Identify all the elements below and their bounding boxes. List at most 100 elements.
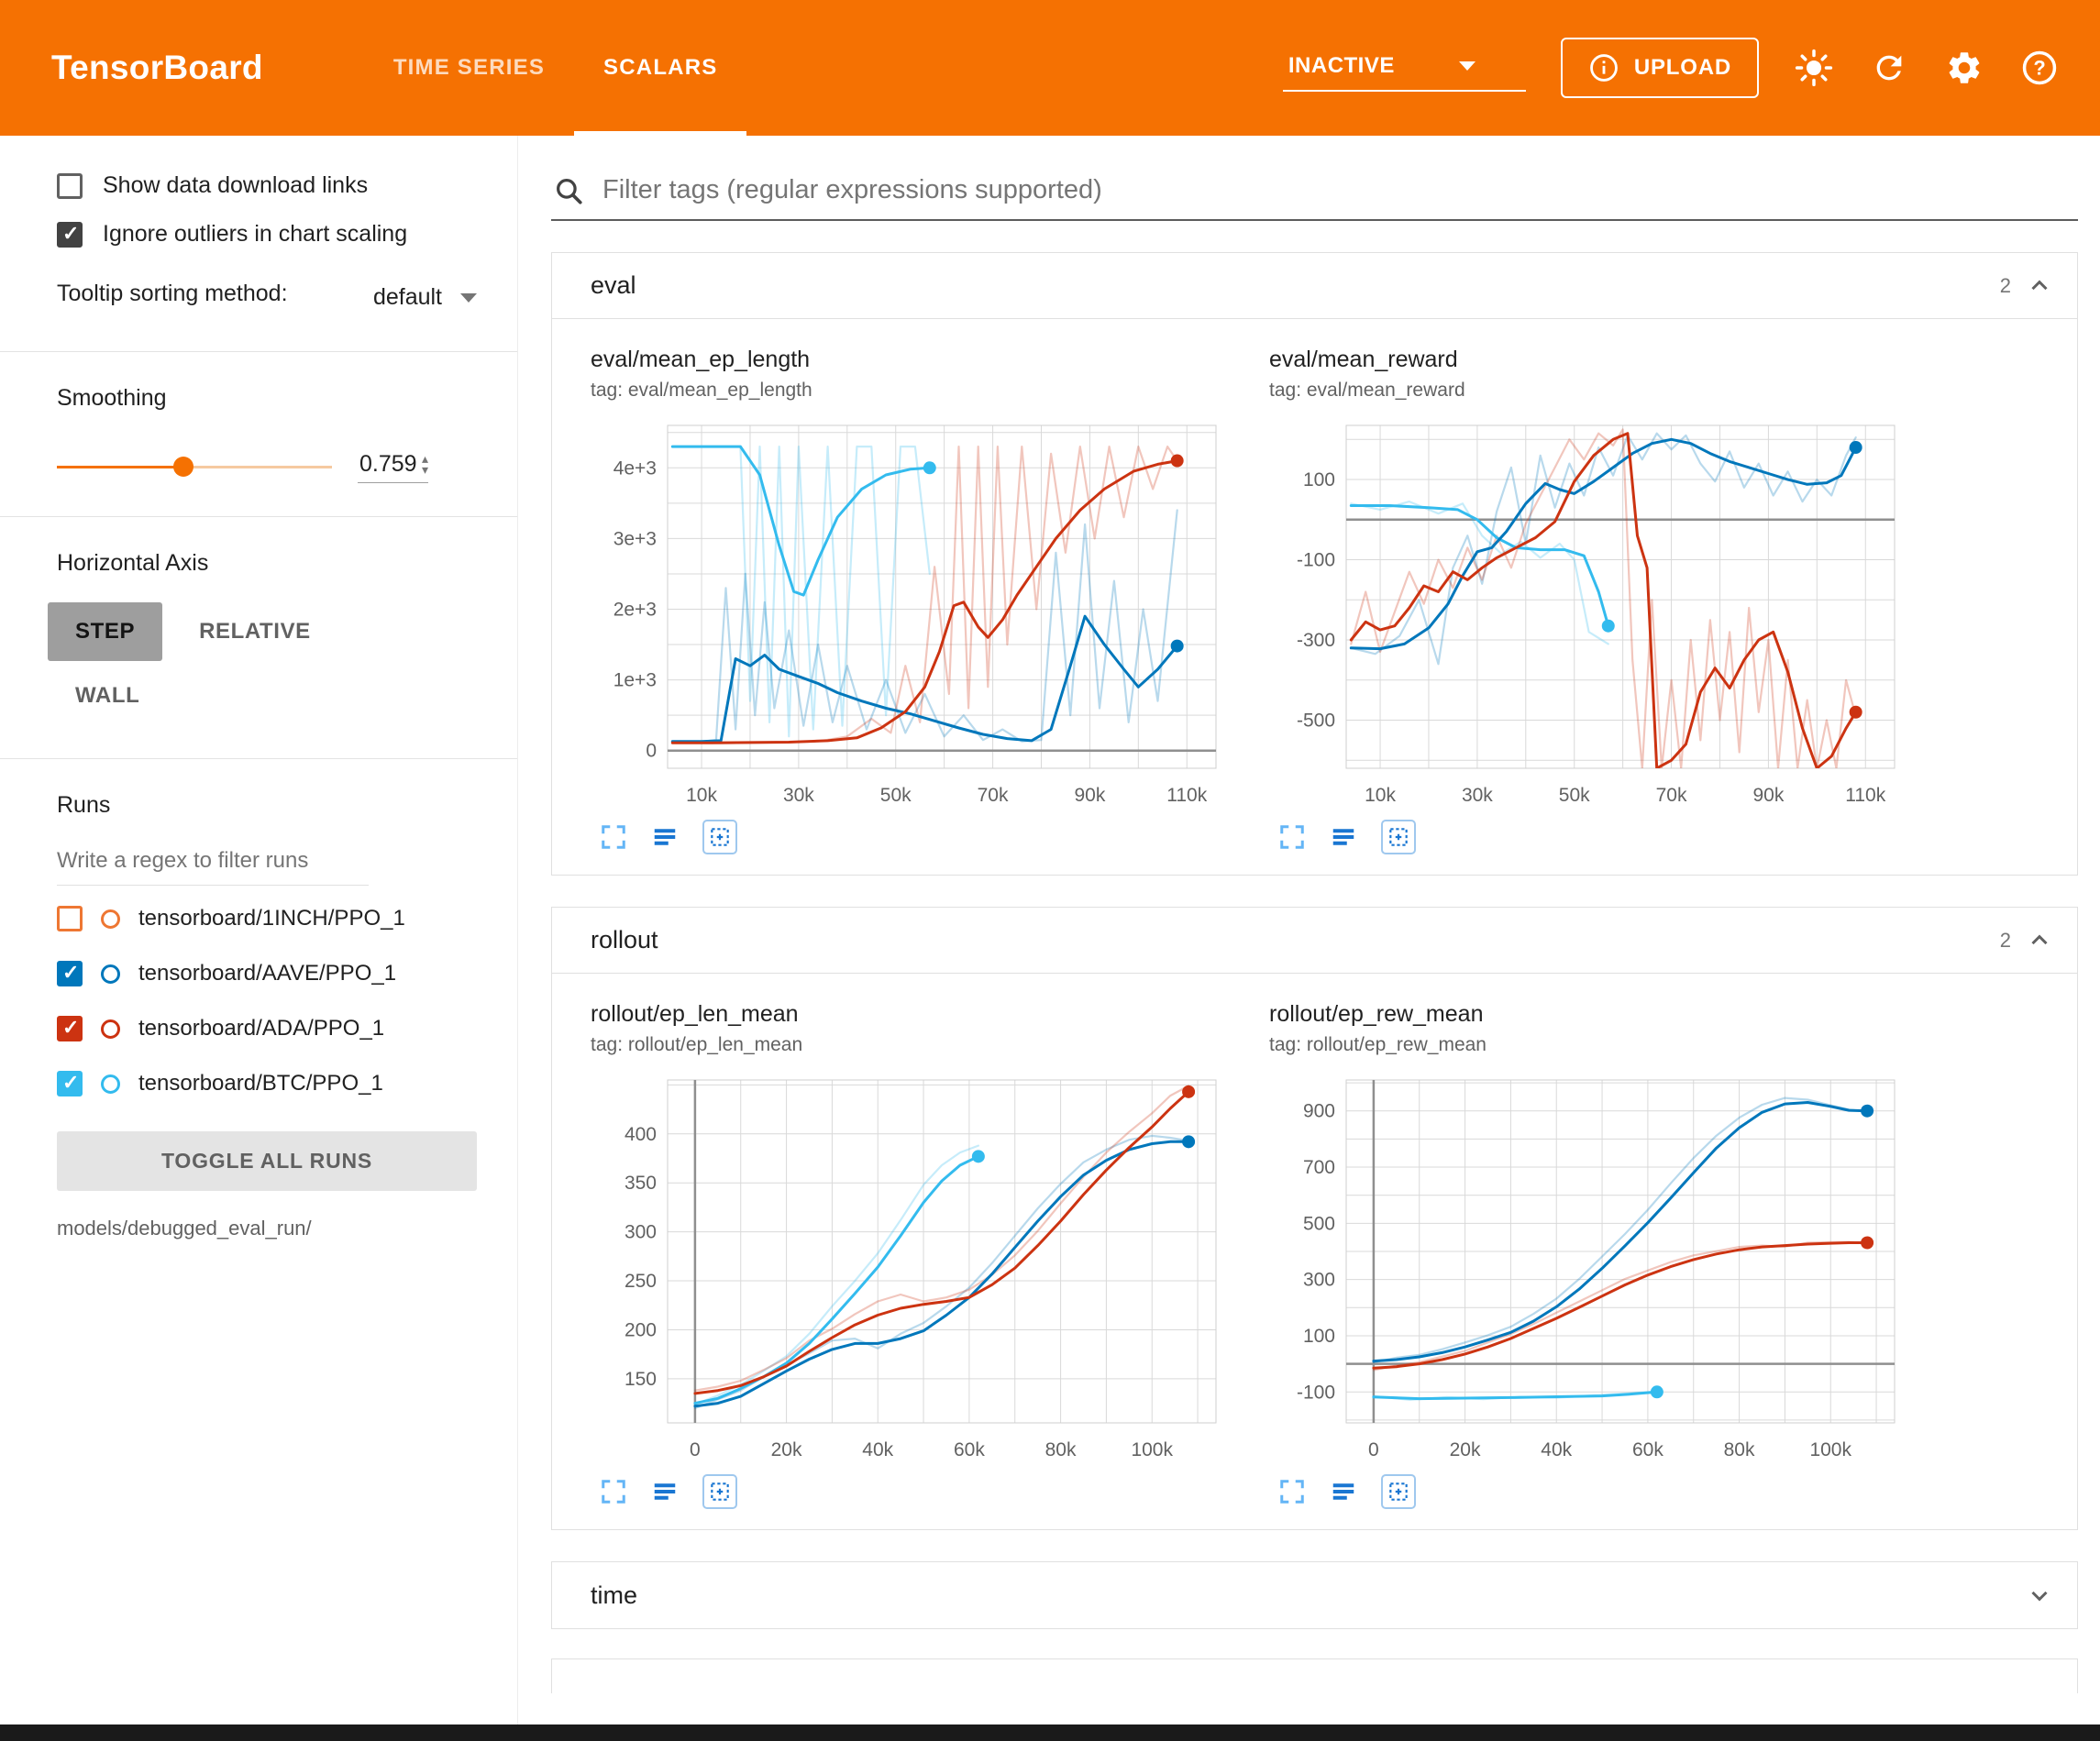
filter-tags-input[interactable] (601, 174, 2076, 206)
chart-tag: tag: eval/mean_reward (1269, 380, 1911, 402)
run-color-circle (101, 1019, 120, 1039)
svg-text:100: 100 (1303, 1326, 1335, 1347)
header-actions: INACTIVE UPLOAD ? (1283, 38, 2060, 98)
expand-chart-icon[interactable] (1278, 823, 1306, 851)
chart-toolbar (1269, 1474, 1911, 1509)
axis-relative-button[interactable]: RELATIVE (171, 602, 338, 661)
line-chart-mean-ep-length[interactable]: 10k30k50k70k90k110k01e+32e+33e+34e+3 (591, 413, 1232, 816)
svg-text:350: 350 (624, 1173, 657, 1194)
chart-block-ep-rew-mean: rollout/ep_rew_mean tag: rollout/ep_rew_… (1269, 1001, 1911, 1509)
chevron-up-icon[interactable] (2026, 927, 2053, 954)
fit-domain-icon[interactable] (702, 820, 737, 854)
run-checkbox[interactable] (57, 906, 83, 931)
toggle-y-axis-icon[interactable] (651, 1478, 679, 1505)
help-icon[interactable]: ? (2019, 48, 2060, 88)
svg-text:2e+3: 2e+3 (613, 599, 657, 620)
expand-chart-icon[interactable] (600, 823, 627, 851)
svg-text:300: 300 (624, 1222, 657, 1243)
expand-chart-icon[interactable] (600, 1478, 627, 1505)
smoothing-label: Smoothing (57, 385, 517, 412)
svg-text:-500: -500 (1297, 711, 1335, 732)
svg-text:10k: 10k (686, 785, 717, 806)
run-row-ada[interactable]: tensorboard/ADA/PPO_1 (57, 1001, 517, 1056)
show-download-links-row[interactable]: Show data download links (57, 172, 517, 199)
status-label: INACTIVE (1288, 53, 1395, 79)
expand-chart-icon[interactable] (1278, 1478, 1306, 1505)
svg-text:50k: 50k (1559, 785, 1590, 806)
axis-wall-button[interactable]: WALL (48, 667, 167, 725)
status-dropdown[interactable]: INACTIVE (1283, 44, 1526, 92)
ignore-outliers-checkbox[interactable] (57, 222, 83, 248)
tooltip-sorting-row: Tooltip sorting method: default (57, 279, 479, 318)
toggle-y-axis-icon[interactable] (1330, 823, 1357, 851)
search-icon (553, 175, 584, 206)
card-eval: eval 2 eval/mean_ep_length tag: eval/mea… (551, 252, 2078, 876)
svg-text:40k: 40k (862, 1439, 893, 1460)
chevron-up-icon[interactable] (2026, 272, 2053, 300)
gear-icon[interactable] (1944, 48, 1984, 88)
show-download-links-checkbox[interactable] (57, 173, 83, 199)
svg-text:80k: 80k (1724, 1439, 1755, 1460)
tab-time-series[interactable]: TIME SERIES (364, 0, 574, 136)
run-checkbox[interactable] (57, 1016, 83, 1041)
run-row-aave[interactable]: tensorboard/AAVE/PPO_1 (57, 946, 517, 1001)
fit-domain-icon[interactable] (1381, 1474, 1416, 1509)
line-chart-ep-rew-mean[interactable]: 020k40k60k80k100k-100100300500700900 (1269, 1067, 1911, 1471)
chart-block-mean-reward: eval/mean_reward tag: eval/mean_reward 1… (1269, 347, 1911, 854)
line-chart-ep-len-mean[interactable]: 020k40k60k80k100k150200250300350400 (591, 1067, 1232, 1471)
run-checkbox[interactable] (57, 1071, 83, 1096)
card-rollout-header[interactable]: rollout 2 (552, 908, 2077, 974)
chevron-down-icon (1459, 61, 1476, 71)
svg-text:60k: 60k (954, 1439, 985, 1460)
runs-directory-label: models/debugged_eval_run/ (57, 1217, 517, 1240)
run-row-1inch[interactable]: tensorboard/1INCH/PPO_1 (57, 891, 517, 946)
svg-text:40k: 40k (1541, 1439, 1572, 1460)
chart-toolbar (591, 820, 1232, 854)
ignore-outliers-row[interactable]: Ignore outliers in chart scaling (57, 221, 517, 248)
fit-domain-icon[interactable] (702, 1474, 737, 1509)
card-eval-header[interactable]: eval 2 (552, 253, 2077, 319)
brightness-icon[interactable] (1794, 48, 1834, 88)
section-title: time (591, 1581, 2011, 1610)
slider-thumb[interactable] (173, 457, 193, 477)
fit-domain-icon[interactable] (1381, 820, 1416, 854)
chart-toolbar (591, 1474, 1232, 1509)
smoothing-value-input[interactable] (358, 450, 422, 479)
upload-label: UPLOAD (1634, 55, 1731, 81)
svg-text:30k: 30k (783, 785, 814, 806)
svg-text:100k: 100k (1809, 1439, 1851, 1460)
filter-tags-bar (551, 171, 2078, 221)
run-checkbox[interactable] (57, 961, 83, 986)
svg-text:400: 400 (624, 1124, 657, 1145)
chart-tag: tag: rollout/ep_len_mean (591, 1034, 1232, 1056)
refresh-icon[interactable] (1869, 48, 1909, 88)
page-body: Show data download links Ignore outliers… (0, 136, 2100, 1724)
stepper-arrows[interactable]: ▴▾ (422, 454, 428, 476)
svg-text:90k: 90k (1074, 785, 1105, 806)
card-time-header[interactable]: time (552, 1562, 2077, 1628)
upload-button[interactable]: UPLOAD (1561, 38, 1759, 98)
svg-text:30k: 30k (1462, 785, 1493, 806)
svg-text:0: 0 (1368, 1439, 1379, 1460)
toggle-all-runs-button[interactable]: TOGGLE ALL RUNS (57, 1131, 477, 1191)
runs-filter-input[interactable] (57, 843, 369, 886)
chevron-down-icon (460, 293, 477, 303)
tooltip-sorting-select[interactable]: default (371, 279, 479, 318)
chart-tag: tag: rollout/ep_rew_mean (1269, 1034, 1911, 1056)
svg-text:4e+3: 4e+3 (613, 457, 657, 479)
run-row-btc[interactable]: tensorboard/BTC/PPO_1 (57, 1056, 517, 1111)
section-count: 2 (2000, 929, 2011, 953)
axis-step-button[interactable]: STEP (48, 602, 162, 661)
svg-text:100k: 100k (1131, 1439, 1173, 1460)
toggle-y-axis-icon[interactable] (1330, 1478, 1357, 1505)
smoothing-slider[interactable] (57, 457, 332, 477)
ignore-outliers-label: Ignore outliers in chart scaling (103, 221, 407, 248)
section-count: 2 (2000, 274, 2011, 298)
line-chart-mean-reward[interactable]: 10k30k50k70k90k110k100-100-300-500 (1269, 413, 1911, 816)
app-title: TensorBoard (51, 49, 263, 87)
chevron-down-icon[interactable] (2026, 1581, 2053, 1609)
toggle-y-axis-icon[interactable] (651, 823, 679, 851)
bottom-scrollbar-strip[interactable] (0, 1724, 2100, 1741)
tab-scalars[interactable]: SCALARS (574, 0, 746, 136)
svg-text:700: 700 (1303, 1157, 1335, 1178)
